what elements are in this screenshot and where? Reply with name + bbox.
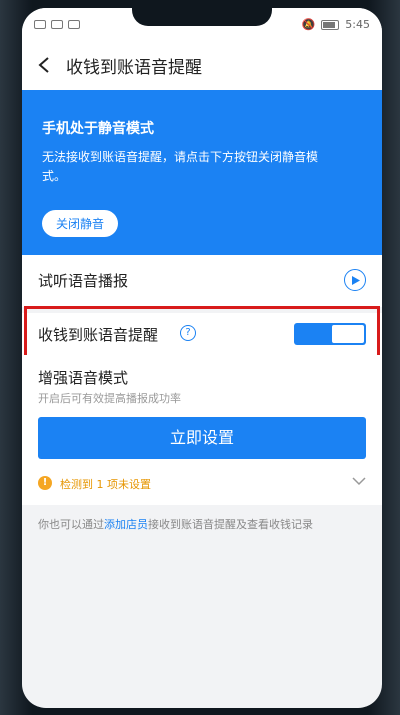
page-title: 收钱到账语音提醒 (66, 57, 202, 78)
enhance-voice-section: 增强语音模式 开启后可有效提高播报成功率 立即设置 ! 检测到 1 项未设置 (22, 355, 382, 505)
camera-notch (132, 8, 272, 26)
silent-mode-banner: 手机处于静音模式 无法接收到账语音提醒，请点击下方按钮关闭静音模式。 关闭静音 (22, 90, 382, 255)
status-bar: 🔕 5:45 (22, 8, 382, 40)
voice-reminder-row: 收钱到账语音提醒 ? (22, 313, 382, 355)
back-arrow-icon (38, 57, 49, 73)
wifi-icon (51, 20, 63, 29)
play-button[interactable] (344, 269, 366, 291)
sim-icon (34, 20, 46, 29)
enhance-subtitle: 开启后可有效提高播报成功率 (38, 392, 181, 405)
warning-icon: ! (38, 476, 52, 490)
footer-text: 你也可以通过添加店员接收到账语音提醒及查看收钱记录 (38, 516, 378, 534)
chevron-down-icon (352, 477, 366, 486)
voice-reminder-toggle[interactable] (294, 323, 366, 345)
toggle-knob (332, 325, 364, 343)
setup-now-button[interactable]: 立即设置 (38, 417, 366, 459)
voice-reminder-label: 收钱到账语音提醒 (38, 326, 159, 344)
back-button[interactable] (22, 40, 66, 90)
unmute-button[interactable]: 关闭静音 (42, 210, 119, 237)
footer-suffix: 接收到账语音提醒及查看收钱记录 (148, 518, 313, 531)
preview-voice-label: 试听语音播报 (38, 272, 129, 290)
silent-icon: 🔕 (301, 18, 316, 31)
battery-icon (321, 19, 340, 30)
banner-title: 手机处于静音模式 (42, 121, 154, 137)
detect-row[interactable]: ! 检测到 1 项未设置 (38, 473, 366, 495)
status-time: 5:45 (345, 18, 370, 31)
enhance-title: 增强语音模式 (38, 369, 129, 387)
add-staff-link[interactable]: 添加店员 (104, 518, 148, 531)
footer-prefix: 你也可以通过 (38, 518, 104, 531)
title-bar: 收钱到账语音提醒 (22, 40, 382, 90)
banner-description: 无法接收到账语音提醒，请点击下方按钮关闭静音模式。 (42, 150, 319, 183)
help-icon[interactable]: ? (180, 325, 196, 341)
play-icon (352, 275, 360, 285)
detect-text: 检测到 1 项未设置 (60, 478, 151, 491)
notification-icon (68, 20, 80, 29)
app-screen: 🔕 5:45 收钱到账语音提醒 手机处于静音模式 无法接收到账语音提醒，请点击下… (22, 8, 382, 708)
preview-voice-row[interactable]: 试听语音播报 (22, 255, 382, 307)
